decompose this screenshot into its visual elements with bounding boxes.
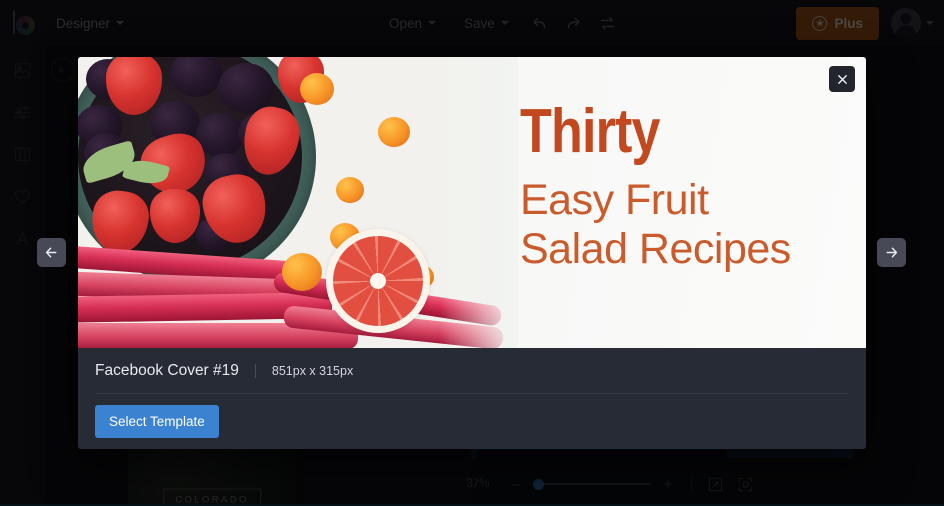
title-divider [254,363,256,378]
kumquat [378,117,410,147]
close-modal-button[interactable] [829,66,855,92]
select-template-button[interactable]: Select Template [95,404,219,438]
template-info-row: Facebook Cover #19 851px x 315px [95,348,849,394]
kumquat [336,177,364,203]
orange-core [370,273,386,289]
artwork-text-block: Thirty Easy Fruit Salad Recipes [520,97,791,274]
prev-template-button[interactable] [37,238,66,267]
close-x-icon [837,74,847,84]
artwork-headline: Thirty [520,97,660,166]
artwork-line3: Salad Recipes [520,225,791,274]
modal-actions: Select Template [95,394,849,448]
arrow-left-icon [45,247,57,258]
kumquat [300,73,334,105]
photo-fade-edge [440,57,518,348]
arrow-right-icon [886,247,898,258]
template-title: Facebook Cover #19 [95,361,239,379]
artwork-line2: Easy Fruit [520,176,709,225]
kumquat [282,253,322,291]
next-template-button[interactable] [877,238,906,267]
template-dimensions: 851px x 315px [271,363,354,378]
blackberry [218,63,274,113]
modal-footer: Facebook Cover #19 851px x 315px Select … [78,348,866,449]
template-artwork-preview: Thirty Easy Fruit Salad Recipes [78,57,866,348]
fruit-bowl-photo [78,57,518,348]
blood-orange-slice [326,229,430,333]
template-preview-modal: Thirty Easy Fruit Salad Recipes Facebook… [78,57,866,449]
app-root: Designer Open Save [0,0,944,506]
